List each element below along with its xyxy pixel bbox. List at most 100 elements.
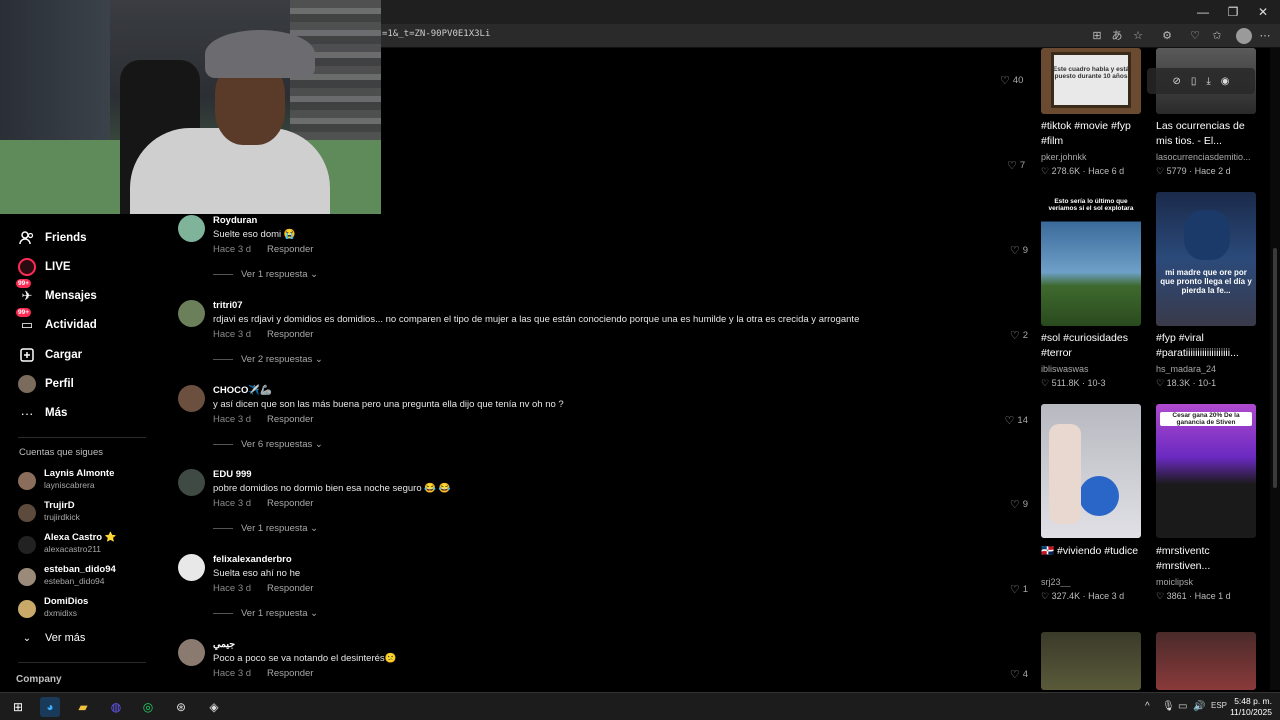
following-item[interactable]: esteban_dido94 esteban_dido94 (18, 564, 158, 592)
profile-avatar[interactable] (1236, 28, 1252, 44)
video-thumbnail[interactable] (1041, 632, 1141, 690)
extensions-icon[interactable]: ⚙ (1160, 29, 1174, 43)
nav-more[interactable]: ··· Más (18, 401, 158, 425)
video-thumbnail[interactable] (1041, 404, 1141, 538)
following-item[interactable]: TrujirD trujirdkick (18, 500, 158, 528)
app-icon[interactable]: ◈ (204, 697, 224, 717)
video-author[interactable]: moiclipsk (1156, 577, 1260, 587)
nav-upload[interactable]: Cargar (18, 343, 158, 367)
following-item[interactable]: DomiDios dxmidixs (18, 596, 158, 624)
nav-messages[interactable]: ✈ 99+ Mensajes (16, 279, 158, 308)
company-link[interactable]: Company (16, 674, 62, 685)
chevron-up-icon[interactable]: ^ (1145, 701, 1150, 712)
like-button[interactable]: ♡ 9 (1010, 244, 1028, 257)
minimize-button[interactable]: — (1188, 2, 1218, 22)
nav-live[interactable]: LIVE (18, 255, 158, 279)
video-author[interactable]: ibliswaswas (1041, 364, 1145, 374)
view-replies-button[interactable]: Ver 6 respuestas ⌄ (213, 439, 323, 450)
comment-username[interactable]: Royduran (213, 215, 257, 226)
nav-activity[interactable]: ▭ 99+ Actividad (16, 308, 158, 337)
comment-time: Hace 3 d (213, 329, 252, 340)
avatar[interactable] (178, 300, 205, 327)
url-field[interactable]: =1&_t=ZN-90PV0E1X3Li (382, 29, 490, 39)
video-title[interactable]: Las ocurrencias de mis tios. - El... (1156, 119, 1258, 149)
nav-friends[interactable]: Friends (18, 226, 158, 250)
video-title[interactable]: #fyp #viral #paratiiiiiiiiiiiiiiiiiii... (1156, 331, 1258, 361)
comment-username[interactable]: EDU 999 (213, 469, 252, 480)
close-window-button[interactable]: ✕ (1248, 2, 1278, 22)
reply-button[interactable]: Responder (267, 583, 313, 594)
microphone-icon[interactable]: 🎙 (1162, 701, 1175, 712)
reply-button[interactable]: Responder (267, 329, 313, 340)
video-meta: ♡ 18.3K · 10-1 (1156, 378, 1217, 388)
avatar[interactable]: ◉ (1221, 76, 1230, 87)
compass-icon[interactable]: ⊘ (1172, 76, 1180, 87)
windows-start-icon[interactable]: ⊞ (8, 697, 28, 717)
whatsapp-icon[interactable]: ◎ (138, 697, 158, 717)
restore-button[interactable]: ❐ (1218, 2, 1248, 22)
comment-username[interactable]: felixalexanderbro (213, 554, 292, 565)
video-title[interactable]: #tiktok #movie #fyp #film (1041, 119, 1143, 149)
video-thumbnail[interactable]: Cesar gana 20% De la ganancia de Stiven (1156, 404, 1256, 538)
avatar[interactable] (178, 469, 205, 496)
page-scrollbar[interactable] (1270, 48, 1280, 690)
view-replies-button[interactable]: Ver 1 respuesta ⌄ (213, 523, 318, 534)
video-author[interactable]: hs_madara_24 (1156, 364, 1260, 374)
video-title[interactable]: #mrstiventc #mrstiven... (1156, 544, 1258, 574)
browser-menu-icon[interactable]: ⋯ (1258, 29, 1272, 43)
see-more-button[interactable]: ⌄ Ver más (18, 626, 158, 650)
like-button[interactable]: ♡ 4 (1010, 668, 1028, 681)
device-icon[interactable]: ▯ (1191, 76, 1197, 87)
following-item[interactable]: Laynis Almonte layniscabrera (18, 468, 158, 496)
reply-button[interactable]: Responder (267, 498, 313, 509)
scrollbar-thumb[interactable] (1273, 248, 1277, 488)
browser-essentials-icon[interactable]: ♡ (1188, 29, 1202, 43)
network-icon[interactable]: ▭ (1178, 701, 1187, 712)
translate-icon[interactable]: あ (1110, 29, 1124, 43)
comment-username[interactable]: tritri07 (213, 300, 243, 311)
video-thumbnail[interactable]: mi madre que ore por que pronto llega el… (1156, 192, 1256, 326)
video-title[interactable]: #sol #curiosidades #terror (1041, 331, 1143, 361)
favorites-icon[interactable]: ✩ (1210, 29, 1224, 43)
favorite-star-icon[interactable]: ☆ (1131, 29, 1145, 43)
view-replies-button[interactable]: Ver 2 respuestas ⌄ (213, 354, 323, 365)
obs-icon[interactable]: ⊛ (171, 697, 191, 717)
avatar[interactable] (178, 215, 205, 242)
video-title[interactable]: 🇩🇴 #viviendo #tudice (1041, 544, 1143, 559)
like-button[interactable]: ♡ 2 (1010, 329, 1028, 342)
comment-username[interactable]: CHOCO✈️🦾 (213, 385, 272, 396)
video-author[interactable]: pker.johnkk (1041, 152, 1145, 162)
video-author[interactable]: lasocurrenciasdemitio... (1156, 152, 1260, 162)
video-thumbnail[interactable]: Esto sería lo último que veríamos si el … (1041, 192, 1141, 326)
volume-icon[interactable]: 🔊 (1193, 701, 1205, 712)
video-thumbnail[interactable]: Este cuadro habla y está puesto durante … (1041, 48, 1141, 114)
hooded-figure (1184, 210, 1230, 260)
like-button[interactable]: ♡ 40 (1000, 74, 1023, 87)
like-button[interactable]: ♡ 9 (1010, 498, 1028, 511)
download-icon[interactable]: ⤓ (1206, 76, 1210, 87)
discord-icon[interactable]: ◍ (106, 697, 126, 717)
view-replies-button[interactable]: Ver 1 respuesta ⌄ (213, 269, 318, 280)
like-button[interactable]: ♡ 1 (1010, 583, 1028, 596)
view-replies-button[interactable]: Ver 1 respuesta ⌄ (213, 608, 318, 619)
like-button[interactable]: ♡ 7 (1007, 159, 1025, 172)
nav-profile[interactable]: Perfil (18, 372, 158, 396)
edge-browser-icon[interactable]: ◕ (40, 697, 60, 717)
comment-username[interactable]: جيمي (213, 639, 235, 650)
video-thumbnail[interactable] (1156, 632, 1256, 690)
avatar[interactable] (178, 385, 205, 412)
file-explorer-icon[interactable]: ▰ (73, 697, 93, 717)
avatar[interactable] (178, 554, 205, 581)
reply-button[interactable]: Responder (267, 414, 313, 425)
thumbnail-caption: mi madre que ore por que pronto llega el… (1160, 268, 1252, 295)
nav-label: LIVE (45, 261, 71, 273)
video-author[interactable]: srj23__ (1041, 577, 1145, 587)
app-available-icon[interactable]: ⊞ (1090, 29, 1104, 43)
reply-button[interactable]: Responder (267, 668, 313, 679)
like-button[interactable]: ♡ 14 (1005, 414, 1028, 427)
following-item[interactable]: Alexa Castro ⭐ alexacastro211 (18, 532, 158, 560)
reply-button[interactable]: Responder (267, 244, 313, 255)
language-indicator[interactable]: ESP (1211, 701, 1227, 710)
avatar[interactable] (178, 639, 205, 666)
taskbar-clock[interactable]: 5:48 p. m. 11/10/2025 (1226, 696, 1272, 718)
